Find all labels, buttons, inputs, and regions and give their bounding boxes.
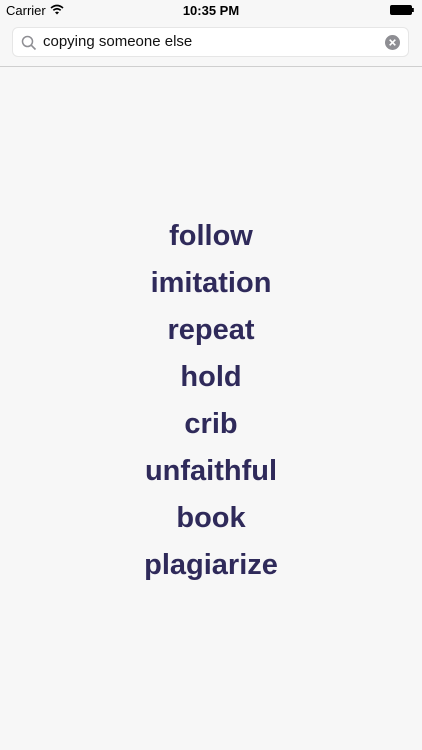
results-list: follow imitation repeat hold crib unfait… — [0, 213, 422, 589]
result-word[interactable]: plagiarize — [144, 542, 278, 589]
result-word[interactable]: book — [176, 495, 245, 542]
search-bar-container: copying someone else — [0, 22, 422, 67]
result-word[interactable]: hold — [180, 354, 241, 401]
result-word[interactable]: follow — [169, 213, 253, 260]
result-word[interactable]: crib — [184, 401, 237, 448]
result-word[interactable]: imitation — [151, 260, 272, 307]
result-word[interactable]: unfaithful — [145, 448, 277, 495]
search-query-text[interactable]: copying someone else — [43, 33, 192, 50]
status-bar: Carrier 10:35 PM — [0, 0, 422, 22]
search-input[interactable]: copying someone else — [12, 27, 409, 57]
status-time: 10:35 PM — [182, 3, 240, 18]
result-word[interactable]: repeat — [167, 307, 254, 354]
clear-icon[interactable] — [385, 35, 400, 50]
battery-icon — [390, 5, 414, 15]
search-icon — [21, 35, 37, 51]
